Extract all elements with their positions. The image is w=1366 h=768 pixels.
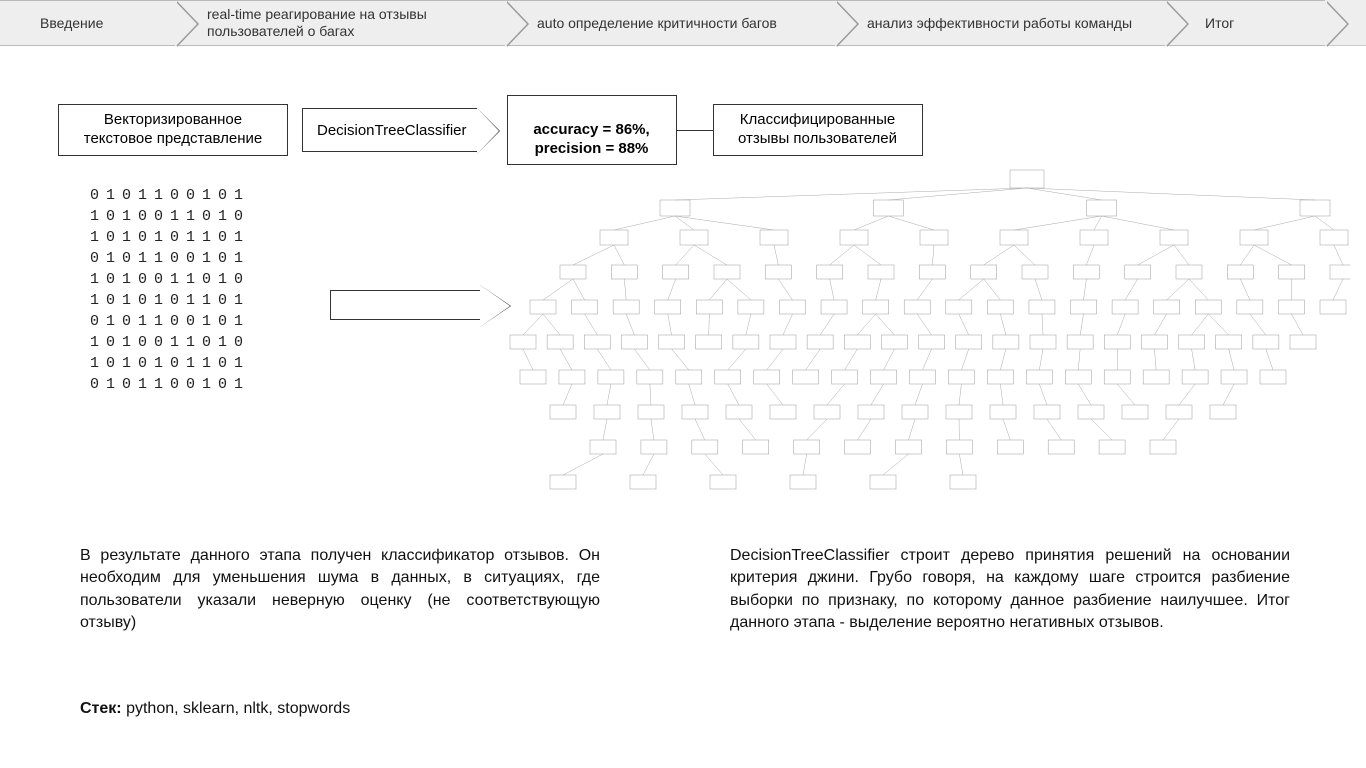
nav-label: Введение bbox=[40, 15, 103, 32]
flow-connector bbox=[677, 130, 713, 131]
nav-item-analysis[interactable]: анализ эффективности работы команды bbox=[835, 0, 1165, 46]
pipeline-flow: Векторизированное текстовое представлени… bbox=[58, 95, 923, 165]
nav-item-summary[interactable]: Итог bbox=[1165, 0, 1325, 46]
nav-item-realtime[interactable]: real-time реагирование на отзывы пользов… bbox=[175, 0, 505, 46]
breadcrumb-nav: Введение real-time реагирование на отзыв… bbox=[0, 0, 1366, 46]
paragraph-right: DecisionTreeClassifier строит дерево при… bbox=[730, 545, 1290, 635]
nav-label: Итог bbox=[1205, 15, 1234, 32]
nav-label: real-time реагирование на отзывы пользов… bbox=[207, 6, 489, 40]
flow-box-metrics: accuracy = 86%, precision = 88% bbox=[507, 95, 677, 165]
flow-metrics-text: accuracy = 86%, precision = 88% bbox=[533, 121, 649, 157]
flow-box-vector: Векторизированное текстовое представлени… bbox=[58, 104, 288, 156]
paragraph-left-text: В результате данного этапа получен класс… bbox=[80, 547, 600, 631]
stack-value: python, sklearn, nltk, stopwords bbox=[126, 700, 350, 717]
stack-line: Стек: python, sklearn, nltk, stopwords bbox=[80, 700, 350, 718]
nav-label: auto определение критичности багов bbox=[537, 15, 777, 32]
binary-matrix: 0101100101 1010011010 1010101101 0101100… bbox=[90, 185, 250, 395]
flow-box-output: Классифицированные отзывы пользователей bbox=[713, 104, 923, 156]
stack-label: Стек: bbox=[80, 700, 122, 717]
nav-label: анализ эффективности работы команды bbox=[867, 15, 1132, 32]
nav-item-intro[interactable]: Введение bbox=[0, 0, 175, 46]
paragraph-left: В результате данного этапа получен класс… bbox=[80, 545, 600, 635]
transform-arrow bbox=[330, 290, 480, 320]
decision-tree-diagram bbox=[490, 165, 1350, 515]
paragraph-right-text: DecisionTreeClassifier строит дерево при… bbox=[730, 547, 1290, 631]
nav-item-autodetect[interactable]: auto определение критичности багов bbox=[505, 0, 835, 46]
flow-arrow-label: DecisionTreeClassifier bbox=[317, 122, 467, 139]
flow-output-text: Классифицированные отзывы пользователей bbox=[738, 111, 897, 147]
flow-arrow-classifier: DecisionTreeClassifier bbox=[302, 108, 477, 152]
flow-box-label: Векторизированное текстовое представлени… bbox=[84, 111, 262, 147]
